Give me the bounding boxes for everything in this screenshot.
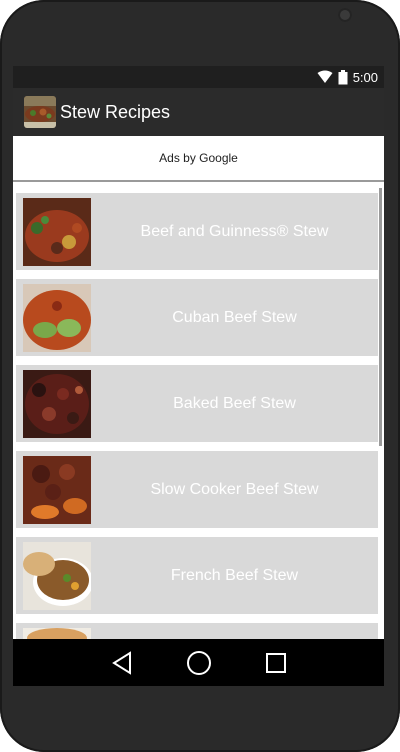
recipe-title: Beef and Guinness® Stew [140, 222, 329, 240]
baked-stew-photo [23, 369, 91, 438]
cuban-stew-photo [23, 283, 91, 352]
recents-button[interactable] [261, 648, 291, 678]
action-bar: Stew Recipes [13, 88, 384, 136]
camera-icon [338, 8, 352, 22]
back-button[interactable] [107, 648, 137, 678]
recipe-title: Baked Beef Stew [173, 394, 296, 412]
slow-cooker-photo [23, 455, 91, 524]
status-time: 5:00 [352, 69, 378, 85]
recipe-title: French Beef Stew [170, 566, 299, 584]
phone-frame: 5:00 Stew Recipes Ads by Google Beef and… [0, 0, 400, 752]
recents-icon [265, 652, 286, 673]
french-stew-photo [23, 541, 91, 610]
home-icon [186, 650, 211, 675]
battery-icon [338, 69, 348, 84]
recipe-title: Slow Cooker Beef Stew [150, 480, 319, 498]
list-item[interactable]: Baked Beef Stew [16, 365, 378, 442]
home-button[interactable] [184, 648, 214, 678]
scrollbar[interactable] [379, 188, 382, 446]
list-item[interactable]: Slow Cooker Beef Stew [16, 451, 378, 528]
list-item[interactable]: Beef and Guinness® Stew [16, 193, 378, 270]
status-bar: 5:00 [13, 66, 384, 88]
ad-label: Ads by Google [159, 151, 238, 165]
status-icons: 5:00 [317, 68, 378, 86]
list-item[interactable]: Cuban Beef Stew [16, 279, 378, 356]
recipe-list[interactable]: Beef and Guinness® Stew Cuban Beef Stew [13, 184, 384, 686]
nav-bar [13, 639, 384, 686]
back-icon [111, 650, 131, 675]
list-item[interactable]: French Beef Stew [16, 537, 378, 614]
stew-icon [24, 96, 56, 128]
wifi-icon [317, 70, 333, 83]
app-screen: 5:00 Stew Recipes Ads by Google Beef and… [13, 66, 384, 686]
beef-guinness-photo [23, 197, 91, 266]
recipe-title: Cuban Beef Stew [172, 308, 297, 326]
app-title: Stew Recipes [60, 101, 171, 122]
ad-banner[interactable]: Ads by Google [13, 136, 384, 182]
